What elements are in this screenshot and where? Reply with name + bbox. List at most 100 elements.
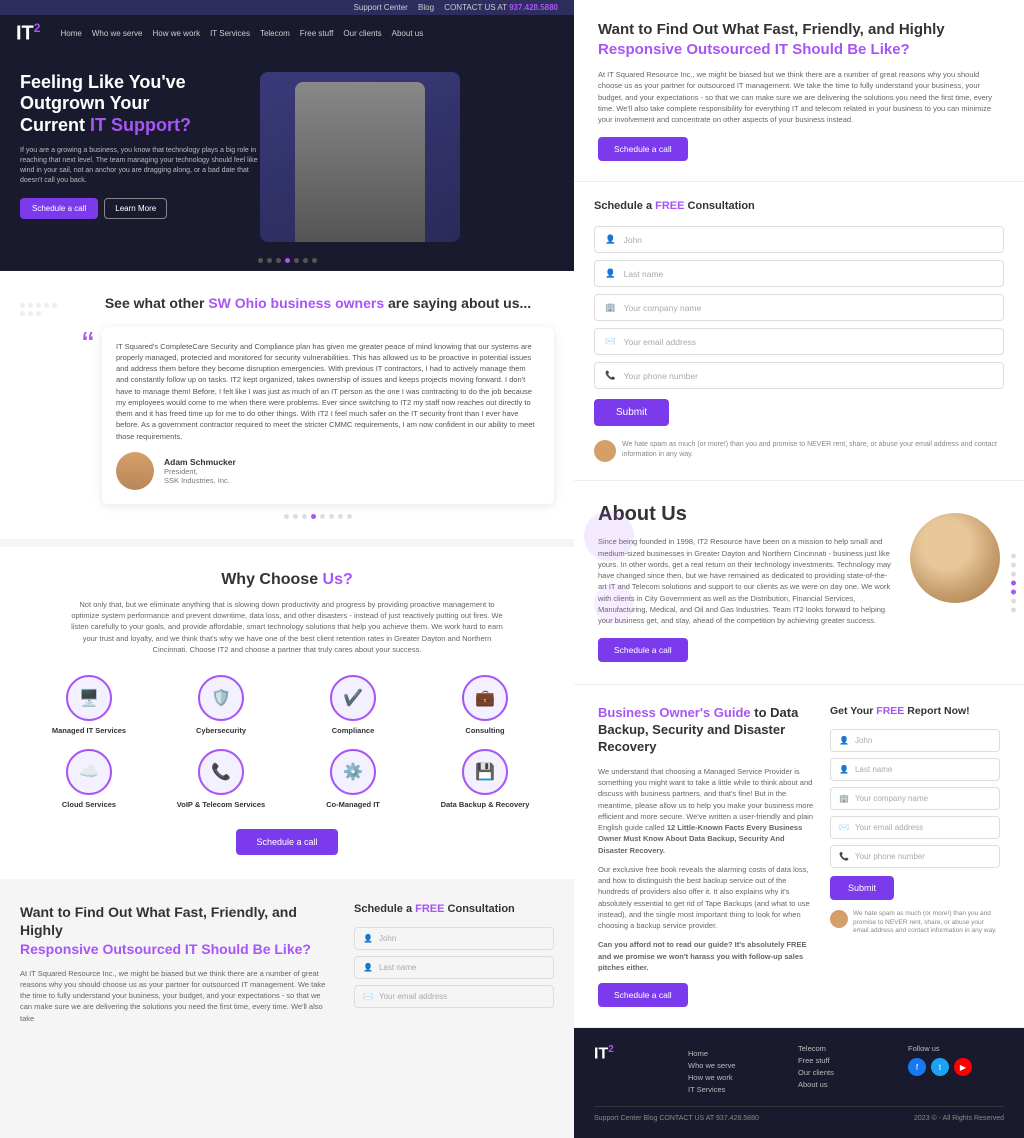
author-name: Adam Schmucker	[164, 457, 236, 467]
hero-right-body: At IT Squared Resource Inc., we might be…	[598, 69, 1000, 125]
nav-home[interactable]: Home	[60, 29, 81, 38]
guide-section: Business Owner's Guide to Data Backup, S…	[574, 685, 1024, 1028]
top-bar: Support Center Blog CONTACT US AT 937.42…	[0, 0, 574, 15]
guide-schedule-btn[interactable]: Schedule a call	[598, 983, 688, 1007]
testimonials-section: See what other SW Ohio business owners a…	[0, 271, 574, 539]
field-first-name[interactable]: 👤 John	[594, 226, 1004, 253]
guide-field-email[interactable]: ✉️ Your email address	[830, 816, 1000, 839]
bottom-hero-title: Want to Find Out What Fast, Friendly, an…	[20, 903, 334, 958]
guide-title: Business Owner's Guide to Data Backup, S…	[598, 705, 816, 756]
footer-col-2: Telecom Free stuff Our clients About us	[798, 1044, 894, 1094]
footer-link-about[interactable]: About us	[798, 1080, 894, 1089]
hero-right-title: Want to Find Out What Fast, Friendly, an…	[598, 20, 1000, 59]
service-compliance: ✔️ Compliance	[294, 675, 412, 735]
about-text-block: About Us Since being founded in 1998, IT…	[598, 503, 896, 662]
footer-link-clients[interactable]: Our clients	[798, 1068, 894, 1077]
guide-body-1: We understand that choosing a Managed Se…	[598, 766, 816, 856]
guide-text-block: Business Owner's Guide to Data Backup, S…	[598, 705, 816, 1007]
copyright: 2023 © - All Rights Reserved	[914, 1115, 1004, 1122]
email-icon: ✉️	[363, 992, 373, 1001]
footer: IT2 Home Who we serve How we work IT Ser…	[574, 1028, 1024, 1138]
field-phone[interactable]: 📞 Your phone number	[594, 362, 1004, 389]
footer-link-how[interactable]: How we work	[688, 1073, 784, 1082]
about-title: About Us	[598, 503, 896, 526]
building-icon: 🏢	[605, 302, 616, 313]
bottom-right-form: Schedule a FREE Consultation 👤 John 👤 La…	[354, 903, 554, 1024]
service-cybersecurity: 🛡️ Cybersecurity	[162, 675, 280, 735]
logo: IT2	[16, 21, 40, 46]
hero-text: Feeling Like You've Outgrown Your Curren…	[20, 72, 260, 242]
support-center-link[interactable]: Support Center	[354, 3, 408, 12]
nav-clients[interactable]: Our clients	[343, 29, 381, 38]
testimonials-main: See what other SW Ohio business owners a…	[82, 295, 554, 519]
footer-link-telecom[interactable]: Telecom	[798, 1044, 894, 1053]
bottom-left-text: Want to Find Out What Fast, Friendly, an…	[20, 903, 334, 1024]
author-company: SSK Industries, Inc.	[164, 476, 236, 485]
twitter-icon[interactable]: t	[931, 1058, 949, 1076]
guide-form-title: Get Your FREE Report Now!	[830, 705, 1000, 717]
hero-section: Support Center Blog CONTACT US AT 937.42…	[0, 0, 574, 271]
field-last-name[interactable]: 👤 Last name	[594, 260, 1004, 287]
guide-field-phone[interactable]: 📞 Your phone number	[830, 845, 1000, 868]
blog-link[interactable]: Blog	[418, 3, 434, 12]
bottom-consult-title: Schedule a FREE Consultation	[354, 903, 554, 915]
field-company[interactable]: 🏢 Your company name	[594, 294, 1004, 321]
nav-who[interactable]: Who we serve	[92, 29, 143, 38]
bottom-section: Want to Find Out What Fast, Friendly, an…	[0, 879, 574, 1048]
bottom-field-email[interactable]: ✉️ Your email address	[354, 985, 554, 1008]
footer-link-who[interactable]: Who we serve	[688, 1061, 784, 1070]
left-column: Support Center Blog CONTACT US AT 937.42…	[0, 0, 574, 1138]
nav-about[interactable]: About us	[392, 29, 424, 38]
scroll-indicator	[1011, 553, 1016, 612]
guide-field-company[interactable]: 🏢 Your company name	[830, 787, 1000, 810]
footer-brand: IT2	[594, 1044, 674, 1094]
guide-field-first[interactable]: 👤 John	[830, 729, 1000, 752]
footer-link-free[interactable]: Free stuff	[798, 1056, 894, 1065]
youtube-icon[interactable]: ▶	[954, 1058, 972, 1076]
services-grid: 🖥️ Managed IT Services 🛡️ Cybersecurity …	[30, 675, 544, 809]
guide-body-bottom: Can you afford not to read our guide? It…	[598, 939, 816, 973]
purple-blob-1	[584, 511, 634, 561]
navbar: IT2 Home Who we serve How we work IT Ser…	[0, 15, 574, 52]
hero-image	[260, 72, 460, 242]
person-icon-g2: 👤	[839, 765, 849, 774]
field-email[interactable]: ✉️ Your email address	[594, 328, 1004, 355]
nav-how[interactable]: How we work	[153, 29, 201, 38]
submit-btn[interactable]: Submit	[594, 399, 669, 426]
service-cloud: ☁️ Cloud Services	[30, 749, 148, 809]
bottom-field-last[interactable]: 👤 Last name	[354, 956, 554, 979]
nav-telecom[interactable]: Telecom	[260, 29, 290, 38]
nav-free[interactable]: Free stuff	[300, 29, 334, 38]
facebook-icon[interactable]: f	[908, 1058, 926, 1076]
bottom-field-first[interactable]: 👤 John	[354, 927, 554, 950]
hero-description: If you are a growing a business, you kno…	[20, 146, 260, 185]
schedule-btn-hero[interactable]: Schedule a call	[20, 198, 98, 219]
why-schedule-btn[interactable]: Schedule a call	[236, 829, 337, 855]
about-schedule-btn[interactable]: Schedule a call	[598, 638, 688, 662]
bottom-hero-body: At IT Squared Resource Inc., we might be…	[20, 968, 334, 1024]
schedule-call-right[interactable]: Schedule a call	[598, 137, 688, 161]
about-body: Since being founded in 1998, IT2 Resourc…	[598, 536, 896, 626]
nav-links: Home Who we serve How we work IT Service…	[60, 29, 423, 38]
testimonial-card: IT Squared's CompleteCare Security and C…	[102, 327, 554, 504]
footer-link-home[interactable]: Home	[688, 1049, 784, 1058]
footer-link-it[interactable]: IT Services	[688, 1085, 784, 1094]
guide-submit-btn[interactable]: Submit	[830, 876, 894, 900]
side-decoration	[20, 295, 70, 519]
phone-icon-g: 📞	[839, 852, 849, 861]
social-icons: f t ▶	[908, 1058, 1004, 1076]
guide-field-last[interactable]: 👤 Last name	[830, 758, 1000, 781]
testimonials-title: See what other SW Ohio business owners a…	[82, 295, 554, 311]
right-column: Want to Find Out What Fast, Friendly, an…	[574, 0, 1024, 1138]
footer-bottom-bar: Support Center Blog CONTACT US AT 937.42…	[594, 1106, 1004, 1122]
footer-col-1: Home Who we serve How we work IT Service…	[688, 1044, 784, 1094]
why-section: Why Choose Us? Not only that, but we eli…	[0, 539, 574, 879]
person-icon: 👤	[363, 934, 373, 943]
author-avatar	[116, 452, 154, 490]
service-managed-it: 🖥️ Managed IT Services	[30, 675, 148, 735]
consult-title: Schedule a FREE Consultation	[594, 200, 1004, 212]
person-icon-f1: 👤	[605, 234, 616, 245]
nav-it[interactable]: IT Services	[210, 29, 250, 38]
learn-more-btn[interactable]: Learn More	[104, 198, 167, 219]
consultation-section: Schedule a FREE Consultation 👤 John 👤 La…	[574, 182, 1024, 481]
